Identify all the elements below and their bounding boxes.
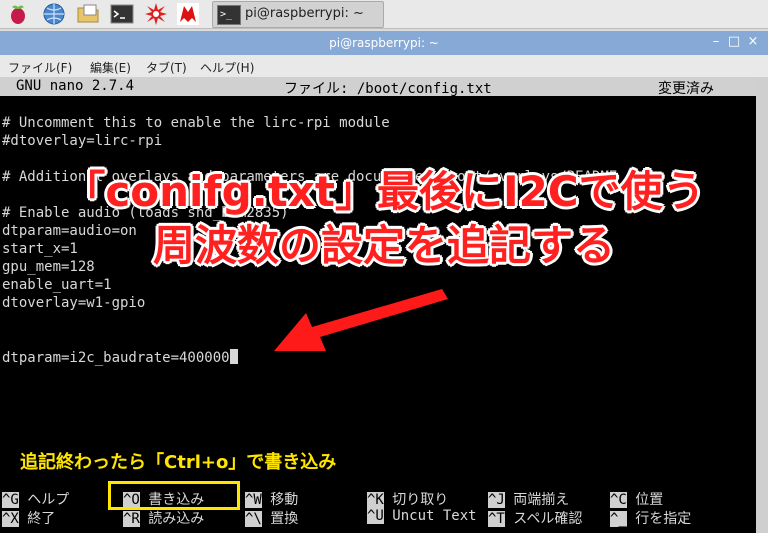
burst-icon[interactable] <box>144 2 168 26</box>
shortcut-uncut[interactable]: ^U Uncut Text <box>367 508 477 524</box>
maximize-button[interactable]: □ <box>726 34 742 50</box>
folder-icon[interactable] <box>76 2 100 26</box>
task-label: pi@raspberrypi: ~ <box>245 6 364 21</box>
taskbar: >_ pi@raspberrypi: ~ <box>0 0 768 29</box>
highlight-box <box>108 481 240 510</box>
menubar: ファイル(F) 編集(E) タブ(T) ヘルプ(H) <box>0 55 768 77</box>
text-cursor <box>229 349 238 364</box>
shortcut-exit[interactable]: ^X 終了 <box>2 508 55 528</box>
file-line-added: dtparam=i2c_baudrate=400000 <box>2 349 238 366</box>
menu-tab[interactable]: タブ(T) <box>146 59 187 76</box>
nano-version: GNU nano 2.7.4 <box>16 78 135 94</box>
scrollbar[interactable] <box>756 77 768 533</box>
file-line: dtoverlay=w1-gpio <box>2 295 146 311</box>
file-line: #dtoverlay=lirc-rpi <box>2 133 163 149</box>
shortcut-spell[interactable]: ^T スペル確認 <box>488 508 582 528</box>
shortcut-replace[interactable]: ^\ 置換 <box>245 508 298 528</box>
window-title: pi@raspberrypi: ~ <box>329 36 439 50</box>
shortcut-cut[interactable]: ^K 切り取り <box>367 489 448 509</box>
file-line: enable_uart=1 <box>2 277 112 293</box>
globe-icon[interactable] <box>42 2 66 26</box>
shortcut-read-file[interactable]: ^R 読み込み <box>123 508 204 528</box>
menu-edit[interactable]: 編集(E) <box>90 59 131 76</box>
raspberry-icon[interactable] <box>6 2 30 26</box>
terminal-icon[interactable] <box>110 2 134 26</box>
annotation-note: 追記終わったら「Ctrl+o」で書き込み <box>20 452 337 473</box>
annotation-headline-2: 周波数の設定を追記する <box>152 221 615 270</box>
shortcut-help[interactable]: ^G ヘルプ <box>2 489 69 509</box>
shortcut-go-to-line[interactable]: ^_ 行を指定 <box>610 508 691 528</box>
close-button[interactable]: × <box>745 34 761 50</box>
added-setting: dtparam=i2c_baudrate=400000 <box>2 350 230 366</box>
shortcut-where-is[interactable]: ^W 移動 <box>245 489 298 509</box>
red-arrow-icon <box>274 289 448 351</box>
nano-filename: ファイル: /boot/config.txt <box>284 81 492 97</box>
terminal-icon: >_ <box>217 5 241 25</box>
file-line: # Uncomment this to enable the lirc-rpi … <box>2 115 390 131</box>
window-titlebar[interactable]: pi@raspberrypi: ~ – □ × <box>0 31 768 55</box>
shortcut-cur-pos[interactable]: ^C 位置 <box>610 489 663 509</box>
taskbar-task-terminal[interactable]: >_ pi@raspberrypi: ~ <box>212 1 384 28</box>
annotation-headline: 「conifg.txt」最後にI2Cで使う <box>63 167 705 216</box>
nano-modified-status: 変更済み <box>658 81 714 97</box>
minimize-button[interactable]: – <box>708 34 724 50</box>
nano-header: GNU nano 2.7.4 ファイル: /boot/config.txt 変更… <box>0 77 756 97</box>
menu-help[interactable]: ヘルプ(H) <box>200 59 254 76</box>
shortcut-justify[interactable]: ^J 両端揃え <box>488 489 569 509</box>
menu-file[interactable]: ファイル(F) <box>8 59 72 76</box>
wolfram-icon[interactable] <box>176 2 200 26</box>
